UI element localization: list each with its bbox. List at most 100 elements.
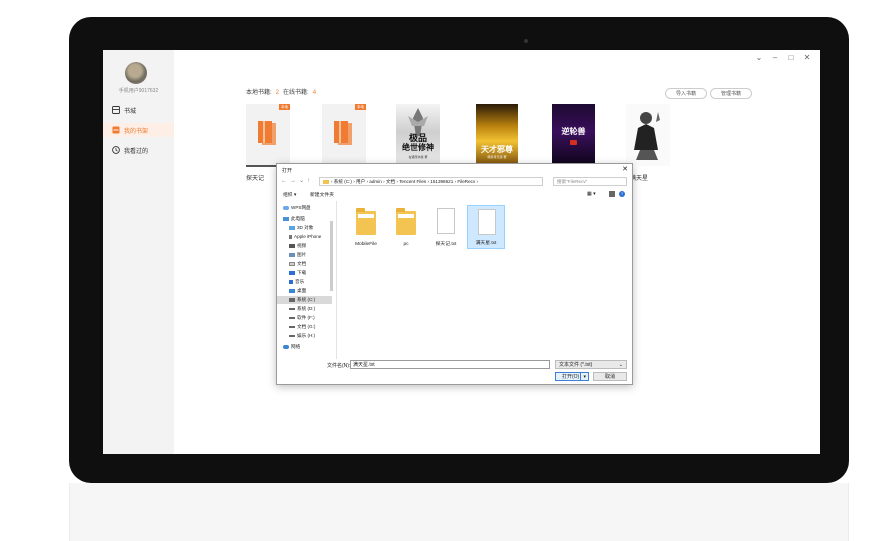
phone-icon bbox=[289, 234, 292, 239]
open-button-label: 打开(O) bbox=[562, 374, 580, 380]
book-cover-online-1[interactable]: 极品 绝世修神 在贤所水旗·著 bbox=[396, 104, 440, 166]
file-item-txt[interactable]: 探天记.txt bbox=[427, 205, 465, 249]
book-cover-local-1[interactable]: 本地 bbox=[246, 104, 290, 166]
cover-author: 暗赤月天涯·著 bbox=[487, 155, 507, 159]
manage-books-button[interactable]: 管理书籍 bbox=[710, 88, 752, 99]
nav-item-history[interactable]: 我看过的 bbox=[103, 143, 174, 157]
tree-item-music[interactable]: 音乐 bbox=[289, 278, 304, 286]
import-books-button[interactable]: 导入书籍 bbox=[665, 88, 707, 99]
tree-item-label: Apple iPhone bbox=[294, 234, 322, 239]
bookshelf-icon bbox=[112, 126, 120, 134]
tree-item-drive-h[interactable]: 娱乐 (H:) bbox=[289, 332, 315, 340]
book-cover-local-2[interactable]: 本地 bbox=[322, 104, 366, 166]
drive-icon bbox=[289, 334, 295, 337]
filename-input[interactable]: 满天星.txt bbox=[350, 360, 550, 369]
file-item-txt-selected[interactable]: 满天星.txt bbox=[467, 205, 505, 249]
tree-item-label: 视频 bbox=[297, 243, 307, 248]
tree-item-label: 3D 对象 bbox=[297, 225, 314, 230]
tree-item-this-pc[interactable]: 此电脑 bbox=[283, 215, 305, 223]
chevron-down-icon: ⌄ bbox=[618, 362, 623, 368]
tree-item-drive-d[interactable]: 系统 (D:) bbox=[289, 305, 315, 313]
music-icon bbox=[289, 279, 293, 284]
tree-item-documents[interactable]: 文档 bbox=[289, 260, 306, 268]
tree-scrollbar[interactable] bbox=[330, 221, 333, 291]
camera-dot bbox=[524, 39, 528, 43]
online-count: 4 bbox=[312, 90, 317, 96]
tree-item-label: 下载 bbox=[297, 270, 307, 275]
filetype-select[interactable]: 文本文件 (*.txt) ⌄ bbox=[555, 360, 627, 369]
tree-item-3d[interactable]: 3D 对象 bbox=[289, 224, 313, 232]
tree-item-wps[interactable]: WPS网盘 bbox=[283, 204, 311, 212]
tree-item-drive-g[interactable]: 文档 (G:) bbox=[289, 323, 315, 331]
desktop-icon bbox=[289, 288, 295, 293]
file-item-folder[interactable]: MobileFile bbox=[347, 205, 385, 249]
back-arrow-icon[interactable]: ← bbox=[281, 178, 290, 184]
tree-item-label: 文档 bbox=[297, 261, 307, 266]
chevron-down-icon[interactable]: ▾ bbox=[580, 373, 586, 381]
tree-item-label: 文档 (G:) bbox=[297, 324, 316, 329]
drive-icon bbox=[289, 325, 295, 328]
dialog-footer: 文件名(N): 满天星.txt 文本文件 (*.txt) ⌄ 打开(O) ▾ 取消 bbox=[277, 359, 632, 385]
tree-item-desktop[interactable]: 桌面 bbox=[289, 287, 306, 295]
new-folder-button[interactable]: 新建文件夹 bbox=[310, 191, 334, 198]
help-icon[interactable]: ? bbox=[619, 191, 625, 197]
open-file-dialog: 打开 ✕ ←→⌄↑ › 系统 (C:) › 用户 › admin › 文档 › … bbox=[276, 163, 633, 385]
address-path: › 系统 (C:) › 用户 › admin › 文档 › Tencent Fi… bbox=[331, 178, 479, 184]
file-name: 探天记.txt bbox=[435, 242, 457, 247]
computer-icon bbox=[283, 216, 289, 221]
folder-icon bbox=[356, 208, 376, 235]
text-file-icon bbox=[437, 208, 455, 234]
address-bar[interactable]: › 系统 (C:) › 用户 › admin › 文档 › Tencent Fi… bbox=[319, 177, 543, 186]
nav-item-label: 我看过的 bbox=[124, 148, 149, 155]
tree-item-label: 图片 bbox=[297, 252, 307, 257]
tree-item-drive-c[interactable]: 系统 (C:) bbox=[277, 296, 332, 304]
book-placeholder-icon bbox=[258, 121, 276, 145]
book-cover-online-3[interactable]: 逆轮兽 bbox=[552, 104, 595, 166]
avatar[interactable] bbox=[125, 62, 147, 84]
tree-item-downloads[interactable]: 下载 bbox=[289, 269, 306, 277]
close-icon[interactable]: ✕ bbox=[622, 165, 628, 173]
download-icon bbox=[289, 270, 295, 275]
tree-item-label: 桌面 bbox=[297, 288, 307, 293]
local-count-label: 本地书籍: bbox=[246, 90, 272, 96]
folder-icon bbox=[323, 179, 329, 184]
drive-icon bbox=[289, 316, 295, 319]
tree-item-videos[interactable]: 视频 bbox=[289, 242, 306, 250]
cancel-button[interactable]: 取消 bbox=[593, 372, 627, 381]
cover-seal-icon bbox=[570, 140, 577, 145]
file-list: MobileFile pc 探天记.txt 满天星.txt bbox=[339, 201, 629, 359]
3d-objects-icon bbox=[289, 225, 295, 230]
search-input[interactable]: 搜索"FileRecv" bbox=[553, 177, 627, 186]
tree-item-label: WPS网盘 bbox=[291, 205, 311, 210]
organize-button[interactable]: 组织 ▾ bbox=[283, 191, 296, 198]
dialog-toolbar: 组织 ▾ 新建文件夹 ▦ ▾ ? bbox=[277, 190, 632, 199]
view-options-icon[interactable]: ▦ ▾ bbox=[587, 191, 596, 197]
nav-item-store[interactable]: 书城 bbox=[103, 103, 174, 117]
picture-icon bbox=[289, 252, 295, 257]
nav-item-bookshelf[interactable]: 我的书架 bbox=[103, 123, 174, 137]
book-cover-online-4[interactable] bbox=[626, 104, 670, 166]
preview-pane-icon[interactable] bbox=[609, 191, 615, 197]
sidebar: 手机用户9017632 书城 我的书架 我看过的 bbox=[103, 50, 174, 454]
forward-arrow-icon[interactable]: → bbox=[290, 178, 299, 184]
tree-item-pictures[interactable]: 图片 bbox=[289, 251, 306, 259]
history-icon bbox=[112, 146, 120, 154]
cover-title: 极品 bbox=[408, 133, 427, 143]
up-arrow-icon[interactable]: ↑ bbox=[307, 178, 313, 184]
local-tag: 本地 bbox=[355, 104, 366, 110]
dropdown-icon[interactable]: ⌄ bbox=[299, 178, 307, 184]
dialog-title: 打开 bbox=[282, 168, 293, 174]
book-title[interactable]: 探天记 bbox=[246, 173, 264, 182]
file-item-folder[interactable]: pc bbox=[387, 205, 425, 249]
folder-icon bbox=[396, 208, 416, 235]
tree-item-network[interactable]: 网络 bbox=[283, 343, 300, 351]
open-button[interactable]: 打开(O) ▾ bbox=[555, 372, 589, 381]
tree-item-drive-f[interactable]: 软件 (F:) bbox=[289, 314, 315, 322]
local-tag: 本地 bbox=[279, 104, 290, 110]
tree-item-label: 系统 (C:) bbox=[297, 297, 316, 302]
tree-item-label: 软件 (F:) bbox=[297, 315, 315, 320]
book-cover-online-2[interactable]: 天才邪尊 暗赤月天涯·著 bbox=[476, 104, 518, 166]
nav-arrows: ←→⌄↑ bbox=[281, 177, 313, 184]
tree-item-iphone[interactable]: Apple iPhone bbox=[289, 233, 321, 241]
file-name: 满天星.txt bbox=[475, 241, 497, 246]
